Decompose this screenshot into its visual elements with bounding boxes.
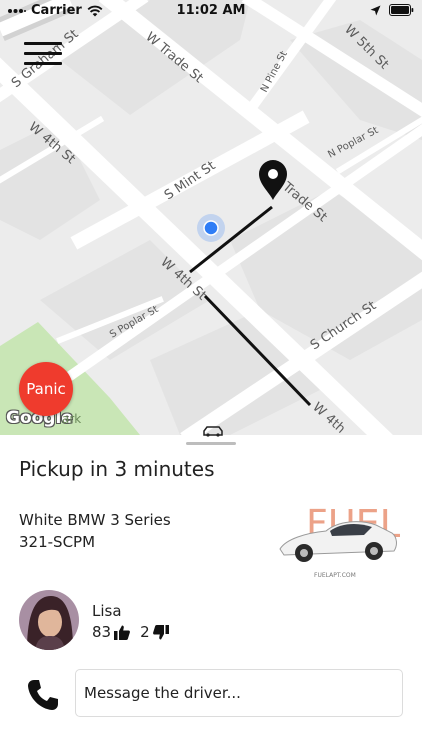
car-photo-caption: FUELAPT.COM	[314, 572, 356, 579]
driver-name: Lisa	[92, 602, 122, 620]
driver-ratings: 83 2	[92, 623, 179, 641]
thumbs-down-icon	[152, 624, 169, 639]
phone-icon[interactable]	[26, 678, 60, 712]
message-driver-input[interactable]	[75, 669, 403, 717]
park-label: ark	[62, 412, 82, 426]
trip-details-sheet: Pickup in 3 minutes White BMW 3 Series 3…	[0, 435, 422, 750]
battery-icon	[389, 4, 414, 16]
thumbs-up-count: 83	[92, 623, 112, 641]
user-location-dot	[203, 220, 219, 236]
driver-avatar[interactable]	[19, 590, 79, 650]
thumbs-up-icon	[114, 625, 131, 640]
clock: 11:02 AM	[176, 3, 246, 18]
license-plate: 321-SCPM	[19, 533, 96, 551]
car-model: White BMW 3 Series	[19, 511, 171, 529]
car-top-icon	[203, 426, 223, 437]
panic-button-label: Panic	[26, 380, 66, 398]
status-bar: Carrier 11:02 AM	[0, 0, 422, 22]
map-view[interactable]: S Graham St W Trade St W 5th St N Pine S…	[0, 0, 422, 435]
location-arrow-icon	[370, 5, 381, 15]
car-photo: FUEL FUELAPT.COM	[279, 502, 400, 579]
sheet-drag-handle[interactable]	[186, 442, 236, 445]
panic-button[interactable]: Panic	[19, 362, 73, 416]
thumbs-down-count: 2	[140, 623, 150, 641]
hamburger-menu-button[interactable]	[24, 42, 62, 68]
pickup-eta-title: Pickup in 3 minutes	[19, 457, 215, 481]
